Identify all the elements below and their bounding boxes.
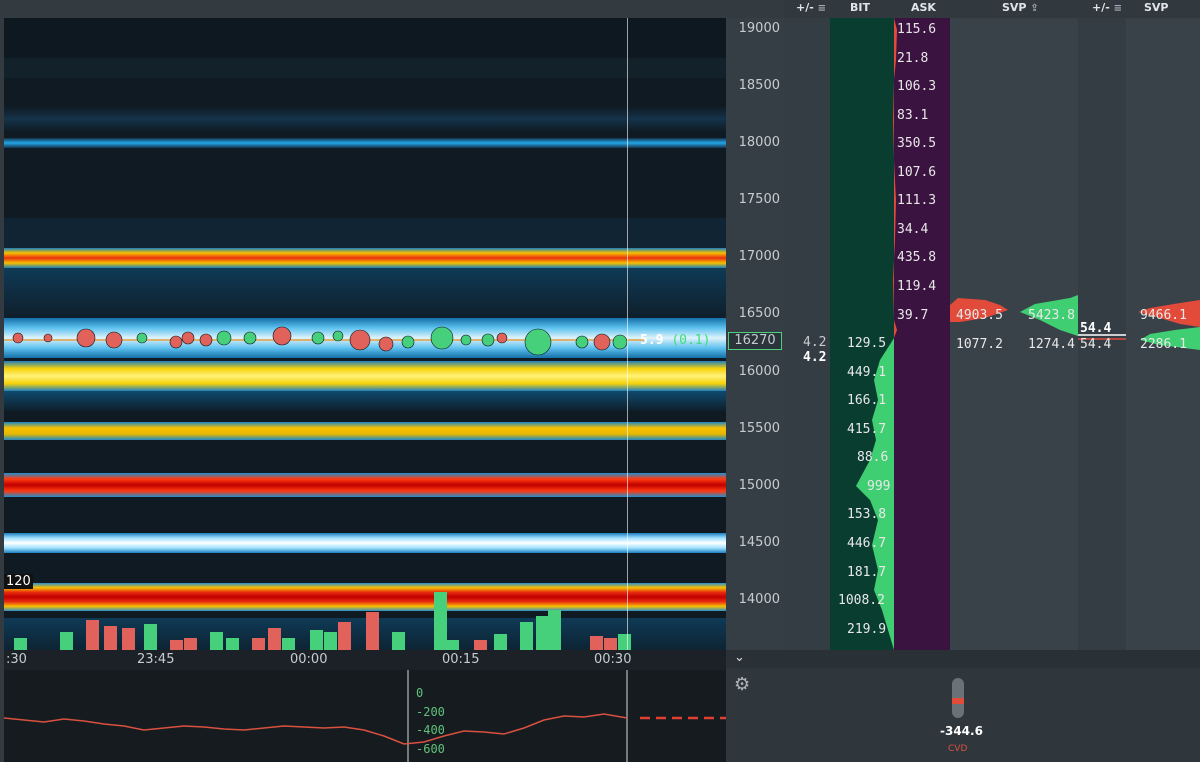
bid-value: 181.7 xyxy=(847,565,887,580)
svp-ask-left: 4903.5 xyxy=(956,308,1003,323)
delta-top: 4.2 xyxy=(803,335,827,350)
ask-value: 106.3 xyxy=(897,79,937,94)
bid-value: 449.1 xyxy=(847,365,887,380)
delta2-top: 54.4 xyxy=(1080,321,1112,336)
cvd-gauge-marker xyxy=(952,698,964,704)
cvd-label: CVD xyxy=(948,744,968,754)
bid-value: 88.6 xyxy=(857,450,889,465)
cvd-gauge xyxy=(952,678,964,718)
ask-value: 107.6 xyxy=(897,165,937,180)
delta-bottom: 4.2 xyxy=(803,350,827,365)
svp2-bid: 2286.1 xyxy=(1140,337,1187,352)
delta2-bottom: 54.4 xyxy=(1080,337,1112,352)
ask-value: 111.3 xyxy=(897,193,937,208)
svp-bid-left: 1077.2 xyxy=(956,337,1003,352)
bid-value: 166.1 xyxy=(847,393,887,408)
bid-value: 999 xyxy=(867,479,891,494)
ask-value: 350.5 xyxy=(897,136,937,151)
svp2-ask: 9466.1 xyxy=(1140,308,1187,323)
bid-value: 446.7 xyxy=(847,536,887,551)
chevron-down-icon[interactable]: ⌄ xyxy=(734,650,745,665)
svp-bid-right: 1274.4 xyxy=(1028,337,1075,352)
bid-value: 1008.2 xyxy=(838,593,885,608)
ask-value: 435.8 xyxy=(897,250,937,265)
panel-toolbar: ⌄ xyxy=(726,650,1200,668)
trading-app: 120 5.9 (0.1) :30 23:45 00:00 00:15 00:3… xyxy=(0,0,1200,762)
bottom-panel: ⌄ ⚙ -344.6 CVD xyxy=(726,650,1200,762)
bid-value: 219.9 xyxy=(847,622,887,637)
ladder-profiles xyxy=(856,18,1200,650)
gear-icon[interactable]: ⚙ xyxy=(734,674,750,695)
ask-value: 39.7 xyxy=(897,308,929,323)
bid-value: 415.7 xyxy=(847,422,887,437)
ask-value: 83.1 xyxy=(897,108,929,123)
ask-value: 115.6 xyxy=(897,22,937,37)
bid-value: 129.5 xyxy=(847,336,887,351)
ask-value: 34.4 xyxy=(897,222,929,237)
ask-value: 21.8 xyxy=(897,51,929,66)
ask-value: 119.4 xyxy=(897,279,937,294)
cvd-value: -344.6 xyxy=(940,724,983,738)
bid-value: 153.8 xyxy=(847,507,887,522)
svp-ask-right: 5423.8 xyxy=(1028,308,1075,323)
